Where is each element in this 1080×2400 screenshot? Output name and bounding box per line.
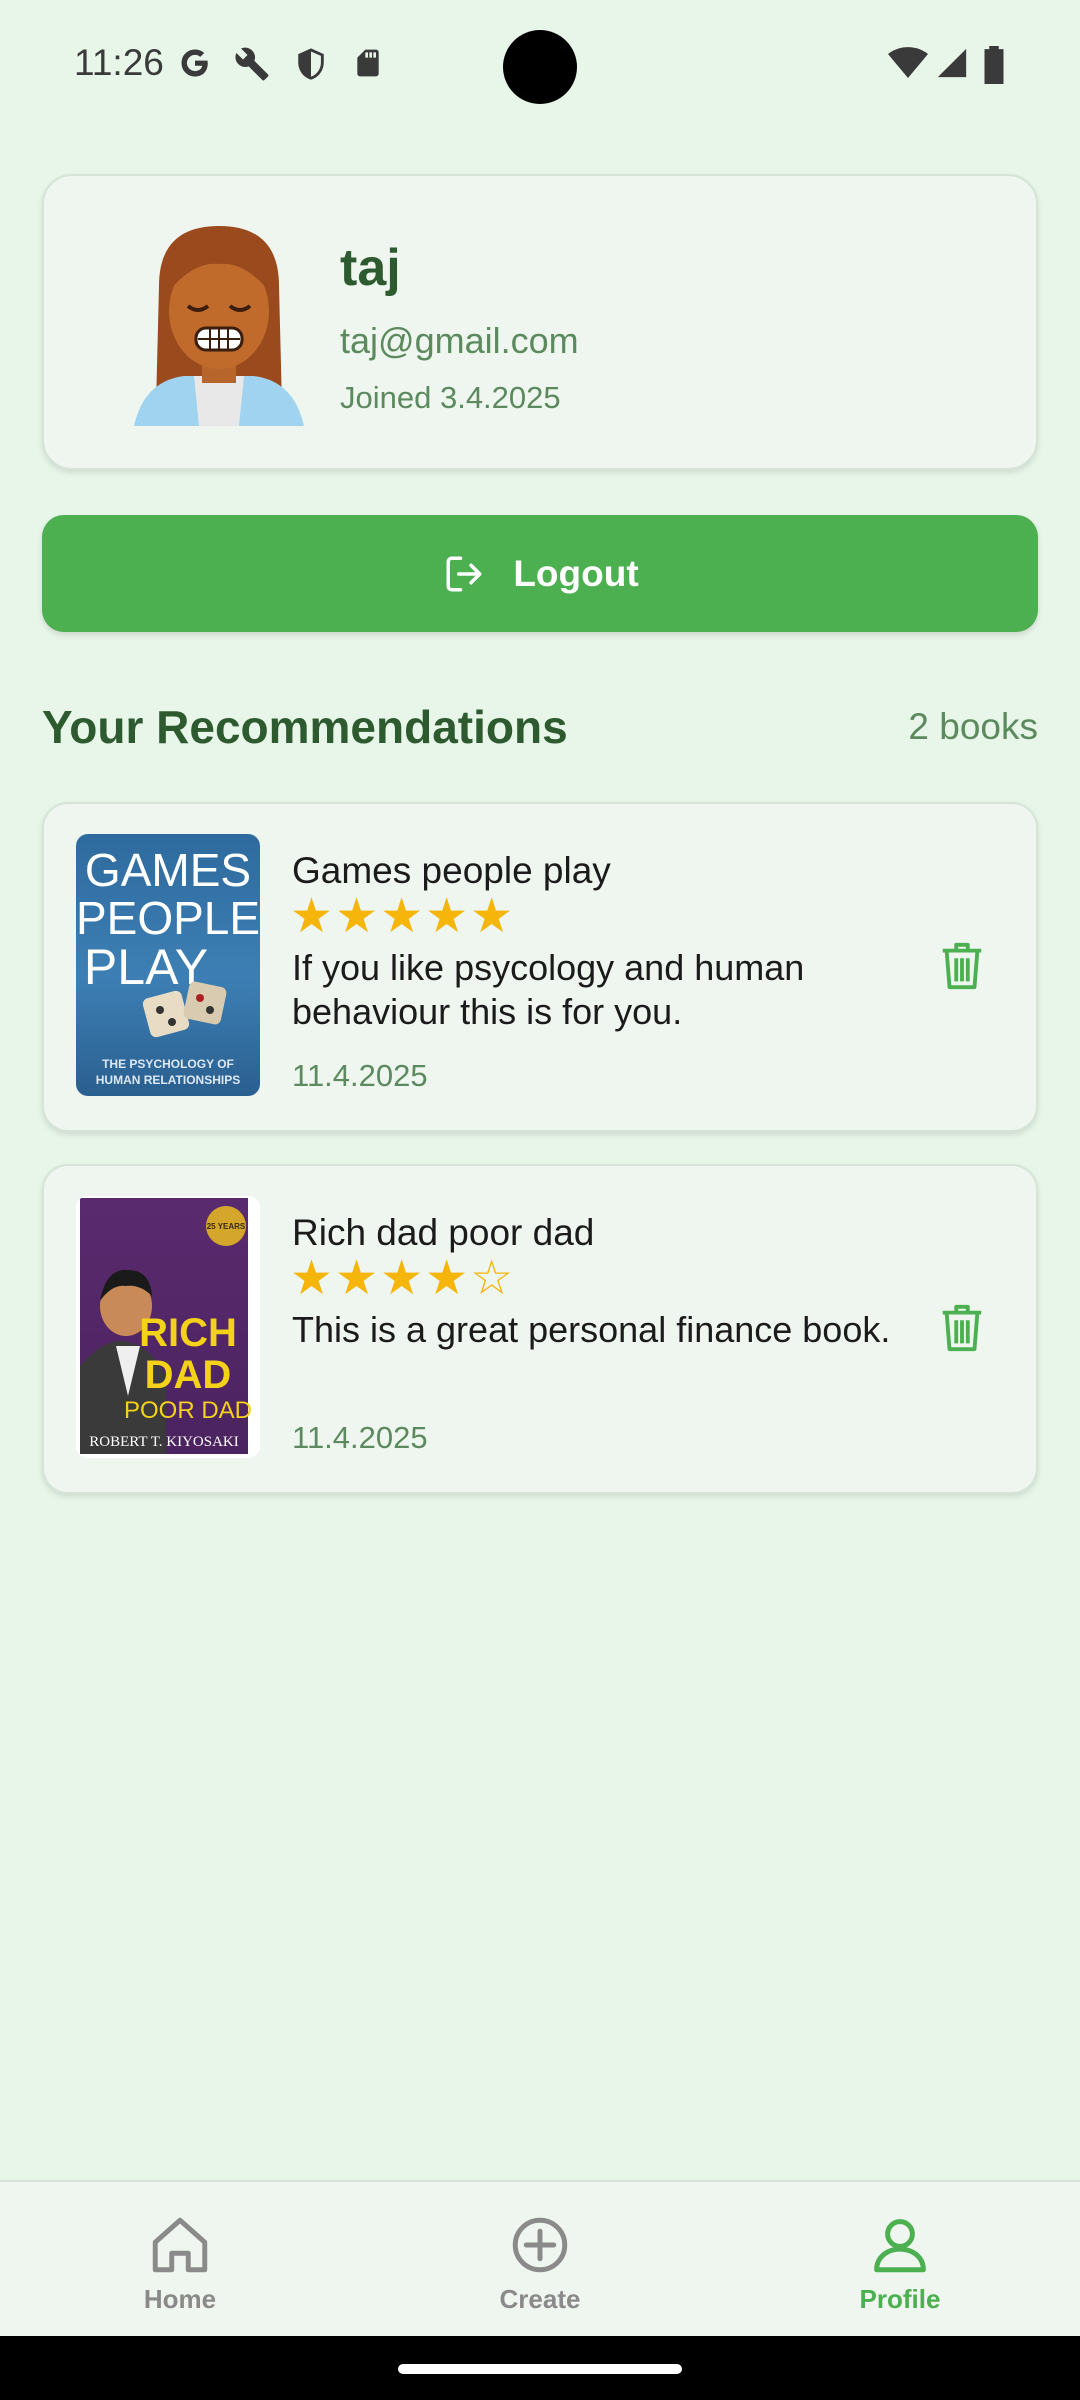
camera-cutout — [503, 30, 577, 104]
recommendation-title: Games people play — [292, 850, 611, 891]
recommendation-date: 11.4.2025 — [292, 1058, 428, 1093]
bottom-nav: Home Create Profile — [0, 2180, 1080, 2336]
recommendation-card[interactable]: GAMES PEOPLE PLAY THE PSYCHOLOGY OF HUMA… — [42, 802, 1038, 1132]
recommendation-date: 11.4.2025 — [292, 1420, 428, 1455]
wrench-icon — [235, 47, 269, 81]
rating-stars: ★★★★☆ — [290, 1252, 516, 1305]
book-cover-image: 25 YEARS RICH DAD POOR DAD ROBERT T. KIY… — [76, 1196, 260, 1458]
profile-name: taj — [340, 239, 401, 297]
recommendation-text: If you like psycology and human behaviou… — [292, 947, 805, 1032]
book-cover-line: DAD — [145, 1353, 232, 1397]
book-cover-subtitle: THE PSYCHOLOGY OF HUMAN RELATIONSHIPS — [95, 1057, 241, 1087]
home-icon — [152, 2217, 208, 2273]
shield-icon — [298, 48, 324, 80]
profile-card: taj taj@gmail.com Joined 3.4.2025 — [42, 174, 1038, 470]
delete-button[interactable] — [932, 936, 992, 996]
recommendations-title: Your Recommendations — [42, 701, 568, 753]
book-cover-line: PEOPLE — [76, 892, 260, 944]
home-indicator[interactable] — [398, 2364, 682, 2374]
book-cover-author: ROBERT T. KIYOSAKI — [89, 1434, 239, 1450]
nav-label: Profile — [859, 2284, 941, 2314]
logout-icon — [446, 556, 482, 591]
signal-icon — [937, 48, 967, 78]
book-cover-line: RICH — [139, 1311, 237, 1355]
book-cover-badge: 25 YEARS — [207, 1222, 246, 1231]
recommendations-count: 2 books — [908, 706, 1038, 747]
nav-item-home[interactable]: Home — [80, 2182, 280, 2338]
nav-label: Create — [499, 2284, 581, 2314]
nav-label: Home — [143, 2284, 217, 2314]
book-cover-line: POOR DAD — [124, 1397, 252, 1424]
status-time: 11:26 — [74, 42, 164, 83]
recommendation-text: This is a great personal finance book. — [292, 1309, 891, 1350]
nav-item-profile[interactable]: Profile — [800, 2182, 1000, 2338]
battery-icon — [984, 46, 1004, 84]
rating-stars: ★★★★★ — [290, 890, 516, 943]
book-cover-line: GAMES — [85, 844, 251, 896]
wifi-icon — [888, 47, 928, 78]
avatar — [134, 226, 304, 426]
status-bar: 11:26 — [0, 0, 1080, 140]
book-cover-image: GAMES PEOPLE PLAY THE PSYCHOLOGY OF HUMA… — [76, 834, 260, 1096]
nav-item-create[interactable]: Create — [440, 2182, 640, 2338]
sd-card-icon — [357, 49, 379, 77]
trash-icon — [942, 1304, 982, 1352]
profile-email: taj@gmail.com — [340, 320, 579, 361]
logout-button[interactable]: Logout — [42, 515, 1038, 632]
recommendation-card[interactable]: 25 YEARS RICH DAD POOR DAD ROBERT T. KIY… — [42, 1164, 1038, 1494]
recommendation-title: Rich dad poor dad — [292, 1212, 595, 1253]
delete-button[interactable] — [932, 1298, 992, 1358]
plus-circle-icon — [512, 2217, 568, 2273]
trash-icon — [942, 942, 982, 990]
person-icon — [874, 2219, 926, 2273]
logout-label: Logout — [513, 552, 639, 594]
google-icon — [181, 49, 208, 77]
profile-joined-date: Joined 3.4.2025 — [340, 380, 561, 415]
